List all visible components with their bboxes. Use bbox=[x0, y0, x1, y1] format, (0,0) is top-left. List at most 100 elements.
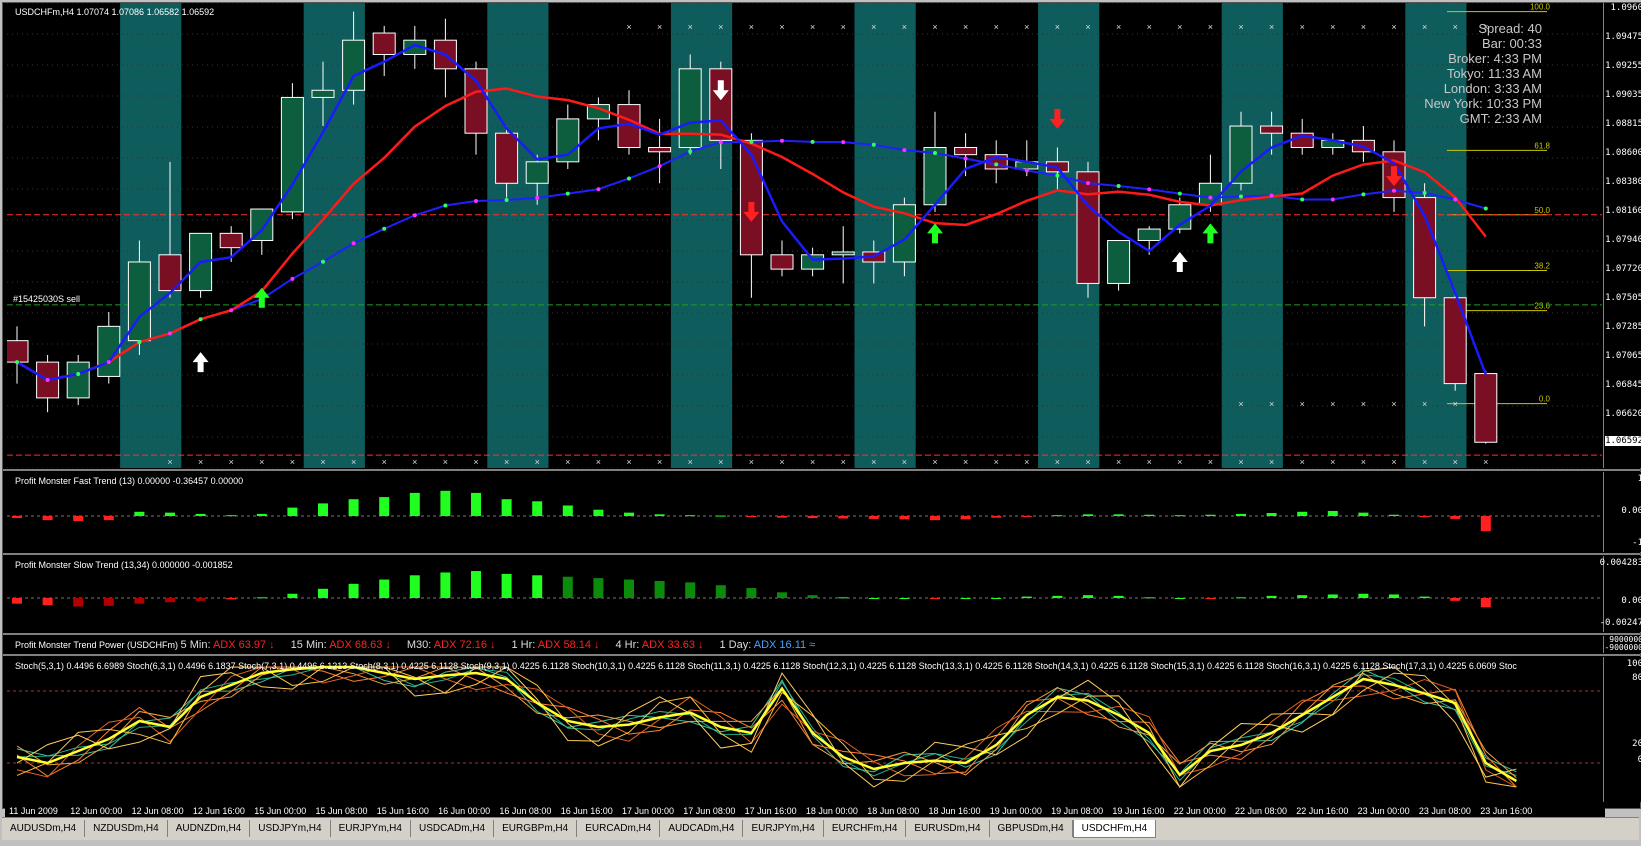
pivot-marker: × bbox=[1238, 22, 1243, 32]
tab-eurgbpm-h4[interactable]: EURGBPm,H4 bbox=[494, 820, 578, 837]
pivot-marker: × bbox=[688, 22, 693, 32]
adx-value: ADX 68.63 bbox=[329, 639, 383, 651]
price-panel[interactable]: 100.0 61.8 50.0 38.2 23.6 0.0 × × × × × × × × × × × × × × × ×… bbox=[7, 3, 1602, 468]
time-tick: 15 Jun 00:00 bbox=[254, 806, 307, 816]
candle-body bbox=[219, 232, 243, 249]
pivot-marker: × bbox=[382, 457, 387, 467]
pivot-marker: × bbox=[1330, 457, 1335, 467]
time-tick: 15 Jun 16:00 bbox=[376, 806, 429, 816]
histogram-bar bbox=[1266, 595, 1277, 598]
time-tick: 18 Jun 00:00 bbox=[805, 806, 858, 816]
time-tick: 18 Jun 16:00 bbox=[928, 806, 981, 816]
ma-dot bbox=[871, 142, 876, 147]
histogram-bar bbox=[256, 513, 267, 516]
chart-window[interactable]: 100.0 61.8 50.0 38.2 23.6 0.0 × × × × × × × × × × × × × × × ×… bbox=[2, 2, 1641, 820]
histogram-bar bbox=[1174, 515, 1185, 517]
ma-dot bbox=[1300, 197, 1305, 202]
tab-eurchfm-h4[interactable]: EURCHFm,H4 bbox=[824, 820, 907, 837]
pivot-marker: × bbox=[779, 22, 784, 32]
pivot-marker: × bbox=[1391, 457, 1396, 467]
candle-body bbox=[1474, 373, 1498, 443]
pivot-marker: × bbox=[1116, 457, 1121, 467]
stoch-axis-tick: 80 bbox=[1632, 673, 1641, 683]
histogram-bar bbox=[807, 595, 818, 598]
pivot-marker: × bbox=[1391, 22, 1396, 32]
price-tick: 1.07940 bbox=[1605, 235, 1641, 245]
stoch-line bbox=[16, 666, 1517, 788]
histogram-bar bbox=[471, 492, 481, 516]
pivot-marker: × bbox=[779, 457, 784, 467]
ma-dot bbox=[137, 340, 142, 345]
tab-audcadm-h4[interactable]: AUDCADm,H4 bbox=[660, 820, 744, 837]
price-tick: 1.07285 bbox=[1605, 322, 1641, 332]
histogram-bar bbox=[1113, 514, 1124, 516]
histogram-bar bbox=[777, 592, 787, 598]
slow-axis-tick: -0.00247 bbox=[1599, 618, 1641, 628]
pivot-marker: × bbox=[1085, 22, 1090, 32]
tab-nzdusdm-h4[interactable]: NZDUSDm,H4 bbox=[85, 820, 168, 837]
ma-dot bbox=[1361, 192, 1366, 197]
pivot-marker: × bbox=[1055, 22, 1060, 32]
ma-dot bbox=[780, 138, 784, 143]
stoch-panel[interactable]: Stoch(5,3,1) 0.4496 6.6989 Stoch(6,3,1) … bbox=[7, 657, 1602, 802]
tab-usdcadm-h4[interactable]: USDCADm,H4 bbox=[411, 820, 495, 837]
candle-body bbox=[954, 147, 978, 156]
tab-usdjpym-h4[interactable]: USDJPYm,H4 bbox=[250, 820, 331, 837]
histogram-bar bbox=[73, 516, 84, 522]
time-tick: 12 Jun 16:00 bbox=[192, 806, 245, 816]
candle-body bbox=[801, 254, 825, 270]
tf-label: 5 Min: bbox=[180, 639, 213, 651]
slow-trend-panel[interactable]: Profit Monster Slow Trend (13,34) 0.0000… bbox=[7, 556, 1602, 632]
histogram-bar bbox=[348, 499, 359, 516]
tab-eurjpym-h4[interactable]: EURJPYm,H4 bbox=[331, 820, 411, 837]
histogram-bar bbox=[1205, 598, 1216, 599]
ma-dot bbox=[351, 241, 356, 246]
histogram-bar bbox=[1021, 596, 1032, 598]
fast-trend-title: Profit Monster Fast Trend (13) 0.00000 -… bbox=[15, 476, 244, 486]
slow-trend-title: Profit Monster Slow Trend (13,34) 0.0000… bbox=[15, 560, 233, 570]
ma-dot bbox=[229, 308, 234, 313]
histogram-bar bbox=[746, 516, 757, 517]
histogram-bar bbox=[624, 579, 634, 598]
histogram-bar bbox=[471, 571, 481, 598]
trend-power-axis: 9000000 -9000000 bbox=[1603, 635, 1641, 653]
pivot-marker: × bbox=[810, 457, 815, 467]
tab-eurjpym-h4[interactable]: EURJPYm,H4 bbox=[743, 820, 824, 837]
stoch-axis-tick: 100 bbox=[1626, 659, 1641, 669]
histogram-bar bbox=[318, 588, 328, 598]
tab-audnzdm-h4[interactable]: AUDNZDm,H4 bbox=[168, 820, 251, 837]
pivot-marker: × bbox=[565, 457, 570, 467]
buy-arrow bbox=[1202, 223, 1219, 244]
pivot-marker: × bbox=[932, 22, 937, 32]
histogram-bar bbox=[73, 598, 84, 607]
pivot-marker: × bbox=[1024, 22, 1029, 32]
stoch-axis-tick: 20 bbox=[1632, 739, 1641, 749]
tab-usdchfm-h4[interactable]: USDCHFm,H4 bbox=[1072, 820, 1157, 838]
fast-trend-panel[interactable]: Profit Monster Fast Trend (13) 0.00000 -… bbox=[7, 472, 1602, 552]
tab-gbpusdm-h4[interactable]: GBPUSDm,H4 bbox=[990, 820, 1073, 837]
ma-dot bbox=[1483, 206, 1488, 211]
price-tick: 1.08160 bbox=[1605, 206, 1641, 216]
histogram-bar bbox=[1358, 593, 1369, 598]
tab-audusdm-h4[interactable]: AUDUSDm,H4 bbox=[2, 820, 86, 837]
histogram-bar bbox=[1450, 516, 1461, 519]
histogram-bar bbox=[654, 514, 665, 516]
ma-dot bbox=[994, 162, 999, 167]
pivot-marker: × bbox=[1483, 457, 1488, 467]
info-label: Broker: bbox=[1448, 51, 1494, 66]
pivot-marker: × bbox=[290, 457, 295, 467]
pivot-marker: × bbox=[1422, 457, 1427, 467]
histogram-bar bbox=[593, 578, 604, 598]
histogram-bar bbox=[195, 513, 206, 516]
fast-axis-tick: -1 bbox=[1632, 538, 1641, 548]
ma-dot bbox=[1330, 197, 1335, 202]
histogram-bar bbox=[1266, 513, 1277, 516]
trend-power-panel[interactable]: Profit Monster Trend Power (USDCHFm) 5 M… bbox=[7, 636, 1602, 653]
tab-eurusdm-h4[interactable]: EURUSDm,H4 bbox=[906, 820, 990, 837]
histogram-bar bbox=[1052, 595, 1063, 598]
price-tick: 1.08600 bbox=[1605, 148, 1641, 158]
symbol-header: USDCHFm,H4 1.07074 1.07086 1.06582 1.065… bbox=[15, 7, 215, 17]
histogram-bar bbox=[930, 598, 940, 599]
tab-eurcadm-h4[interactable]: EURCADm,H4 bbox=[577, 820, 661, 837]
ma-dot bbox=[565, 191, 570, 196]
